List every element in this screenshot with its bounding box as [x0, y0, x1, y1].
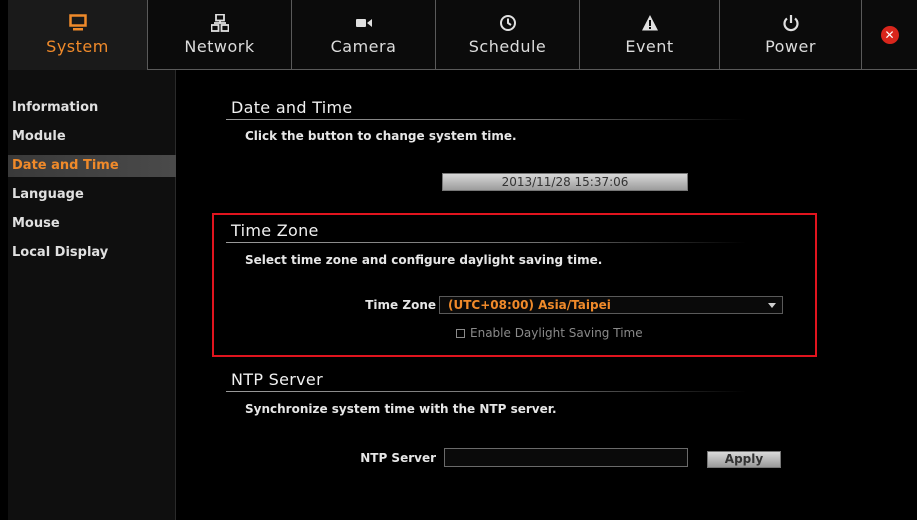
tab-label: Camera	[330, 37, 397, 56]
tab-label: System	[46, 37, 109, 56]
sidebar-item-mouse[interactable]: Mouse	[8, 213, 175, 242]
tab-network[interactable]: Network	[148, 0, 292, 70]
tab-label: Event	[625, 37, 674, 56]
warning-icon	[641, 13, 659, 33]
ntp-label: NTP Server	[360, 451, 436, 465]
tab-power[interactable]: Power	[720, 0, 862, 70]
section-divider	[226, 242, 746, 243]
clock-icon	[499, 13, 517, 33]
checkbox-icon	[456, 329, 465, 338]
sidebar: Information Module Date and Time Languag…	[8, 70, 186, 520]
ntp-title: NTP Server	[231, 370, 323, 389]
sidebar-item-local-display[interactable]: Local Display	[8, 242, 175, 271]
section-divider	[226, 391, 746, 392]
sidebar-item-information[interactable]: Information	[8, 97, 175, 126]
change-time-button[interactable]: 2013/11/28 15:37:06	[442, 173, 688, 191]
chevron-down-icon	[768, 303, 776, 308]
apply-button[interactable]: Apply	[707, 451, 781, 468]
time-zone-title: Time Zone	[231, 221, 319, 240]
monitor-icon	[68, 13, 87, 33]
close-icon[interactable]: ✕	[880, 25, 899, 44]
section-divider	[226, 119, 746, 120]
date-time-description: Click the button to change system time.	[245, 129, 517, 143]
date-time-title: Date and Time	[231, 98, 353, 117]
time-zone-label: Time Zone	[365, 298, 436, 312]
top-nav: System Network Camera Schedule Event Pow…	[8, 0, 917, 70]
tab-system[interactable]: System	[8, 0, 148, 70]
main-panel: Date and Time Click the button to change…	[176, 70, 917, 520]
network-icon	[210, 13, 229, 33]
tab-label: Network	[184, 37, 255, 56]
dst-checkbox[interactable]: Enable Daylight Saving Time	[456, 326, 643, 340]
power-icon	[782, 13, 800, 33]
tab-label: Schedule	[468, 37, 547, 56]
time-zone-description: Select time zone and configure daylight …	[245, 253, 603, 267]
tab-schedule[interactable]: Schedule	[436, 0, 580, 70]
time-zone-value: (UTC+08:00) Asia/Taipei	[448, 298, 611, 312]
sidebar-item-language[interactable]: Language	[8, 184, 175, 213]
camera-icon	[355, 13, 373, 33]
app-window: System Network Camera Schedule Event Pow…	[8, 0, 917, 520]
ntp-description: Synchronize system time with the NTP ser…	[245, 402, 557, 416]
sidebar-item-module[interactable]: Module	[8, 126, 175, 155]
tab-camera[interactable]: Camera	[292, 0, 436, 70]
close-area: ✕	[862, 0, 917, 70]
tab-label: Power	[765, 37, 816, 56]
tab-event[interactable]: Event	[580, 0, 720, 70]
dst-label: Enable Daylight Saving Time	[470, 326, 643, 340]
sidebar-item-date-and-time[interactable]: Date and Time	[8, 155, 186, 177]
ntp-server-input[interactable]	[444, 448, 688, 467]
time-zone-select[interactable]: (UTC+08:00) Asia/Taipei	[439, 296, 783, 314]
